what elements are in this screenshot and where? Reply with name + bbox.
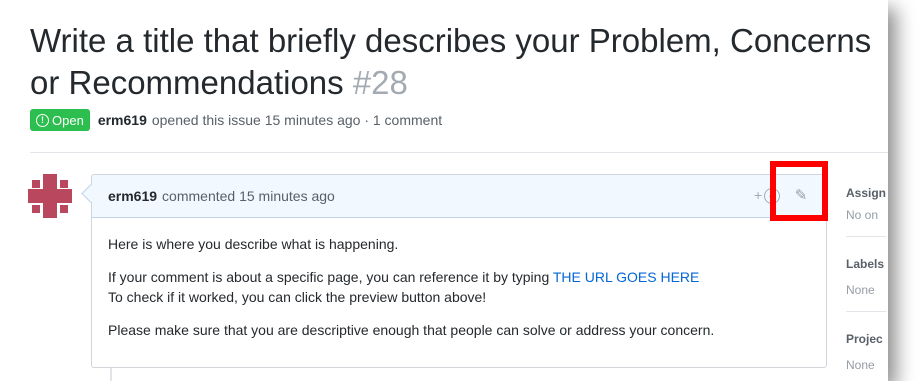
reaction-plus: +: [754, 187, 763, 203]
url-link[interactable]: THE URL GOES HERE: [553, 269, 700, 285]
issue-title: Write a title that briefly describes you…: [30, 20, 888, 104]
issue-number: #28: [352, 64, 408, 101]
sidebar-labels-label[interactable]: Labels: [846, 257, 888, 277]
sidebar-assignees-label[interactable]: Assign: [846, 186, 888, 206]
avatar[interactable]: [28, 174, 72, 218]
comment-header: erm619 commented 15 minutes ago + ☺ ✎: [92, 175, 826, 218]
issue-opened-icon: !: [36, 113, 49, 127]
comment-line: To check if it worked, you can click the…: [108, 289, 487, 305]
sidebar: Assign No on Labels None Projec None: [846, 174, 888, 378]
sidebar-projects-label[interactable]: Projec: [846, 332, 888, 352]
comment-line: Please make sure that you are descriptiv…: [108, 322, 715, 338]
issue-meta-text: opened this issue 15 minutes ago · 1 com…: [151, 112, 443, 128]
comment-line: If your comment is about a specific page…: [108, 269, 553, 285]
edit-highlight-box: [770, 161, 828, 221]
comment-line: Here is where you describe what is happe…: [108, 236, 399, 252]
comment-body: Here is where you describe what is happe…: [92, 218, 826, 369]
comment-timestamp[interactable]: commented 15 minutes ago: [162, 188, 335, 204]
header-divider: [30, 152, 888, 153]
sidebar-labels-value: None: [846, 283, 875, 297]
sidebar-projects-value: None: [846, 358, 875, 372]
sidebar-divider: [846, 236, 886, 237]
status-badge: ! Open: [30, 109, 90, 131]
comment-author-link[interactable]: erm619: [108, 188, 157, 204]
issue-title-text: Write a title that briefly describes you…: [30, 22, 872, 101]
sidebar-assignees-value: No on: [846, 208, 879, 222]
status-badge-label: Open: [52, 112, 84, 128]
issue-author-link[interactable]: erm619: [98, 112, 147, 128]
page-frame: Write a title that briefly describes you…: [0, 0, 888, 381]
issue-meta: ! Open erm619 opened this issue 15 minut…: [30, 108, 442, 132]
comment-box: erm619 commented 15 minutes ago + ☺ ✎ Her…: [81, 174, 827, 369]
sidebar-divider: [846, 311, 886, 312]
comment-paragraph: If your comment is about a specific page…: [108, 267, 810, 307]
